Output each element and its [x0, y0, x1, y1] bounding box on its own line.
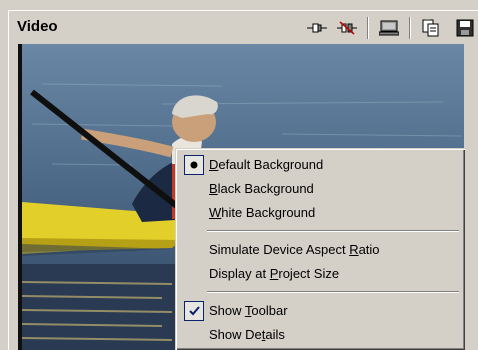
- panel-title: Video: [17, 18, 58, 35]
- video-scrollbar[interactable]: [470, 44, 478, 350]
- disconnect-icon: [337, 21, 357, 35]
- menu-item-label: Black Background: [209, 181, 314, 196]
- toolbar-separator: [367, 17, 369, 39]
- menu-item-black-background[interactable]: Black Background: [179, 177, 459, 201]
- connect-button[interactable]: [305, 17, 329, 39]
- menu-item-show-toolbar[interactable]: Show Toolbar: [179, 299, 459, 323]
- monitor-icon: [379, 20, 399, 36]
- toolbar-separator: [409, 17, 411, 39]
- menu-item-label: Show Details: [209, 327, 285, 342]
- save-frame-icon: [456, 19, 474, 37]
- menu-item-label: Show Toolbar: [209, 303, 288, 318]
- menu-separator: [207, 230, 459, 232]
- radio-selected-icon: [184, 155, 204, 175]
- checkmark-icon: [184, 301, 204, 321]
- menu-item-label: Display at Project Size: [209, 266, 340, 281]
- save-frame-button[interactable]: [453, 17, 477, 39]
- copy-frame-icon: [422, 19, 439, 37]
- menu-separator: [207, 291, 459, 293]
- menu-item-label: White Background: [209, 205, 316, 220]
- menu-item-label: Simulate Device Aspect Ratio: [209, 242, 380, 257]
- monitor-button[interactable]: [377, 17, 401, 39]
- connect-icon: [307, 23, 327, 33]
- menu-item-display-project-size[interactable]: Display at Project Size: [179, 262, 459, 286]
- copy-frame-button[interactable]: [419, 17, 443, 39]
- menu-item-label: Default Background: [209, 157, 324, 172]
- context-menu: Default Background Black Background Whit…: [175, 148, 465, 350]
- menu-item-show-details[interactable]: Show Details: [179, 323, 459, 347]
- menu-item-white-background[interactable]: White Background: [179, 201, 459, 225]
- panel-header: Video: [9, 11, 478, 43]
- menu-item-simulate-aspect-ratio[interactable]: Simulate Device Aspect Ratio: [179, 238, 459, 262]
- disconnect-button[interactable]: [335, 17, 359, 39]
- menu-item-default-background[interactable]: Default Background: [179, 153, 459, 177]
